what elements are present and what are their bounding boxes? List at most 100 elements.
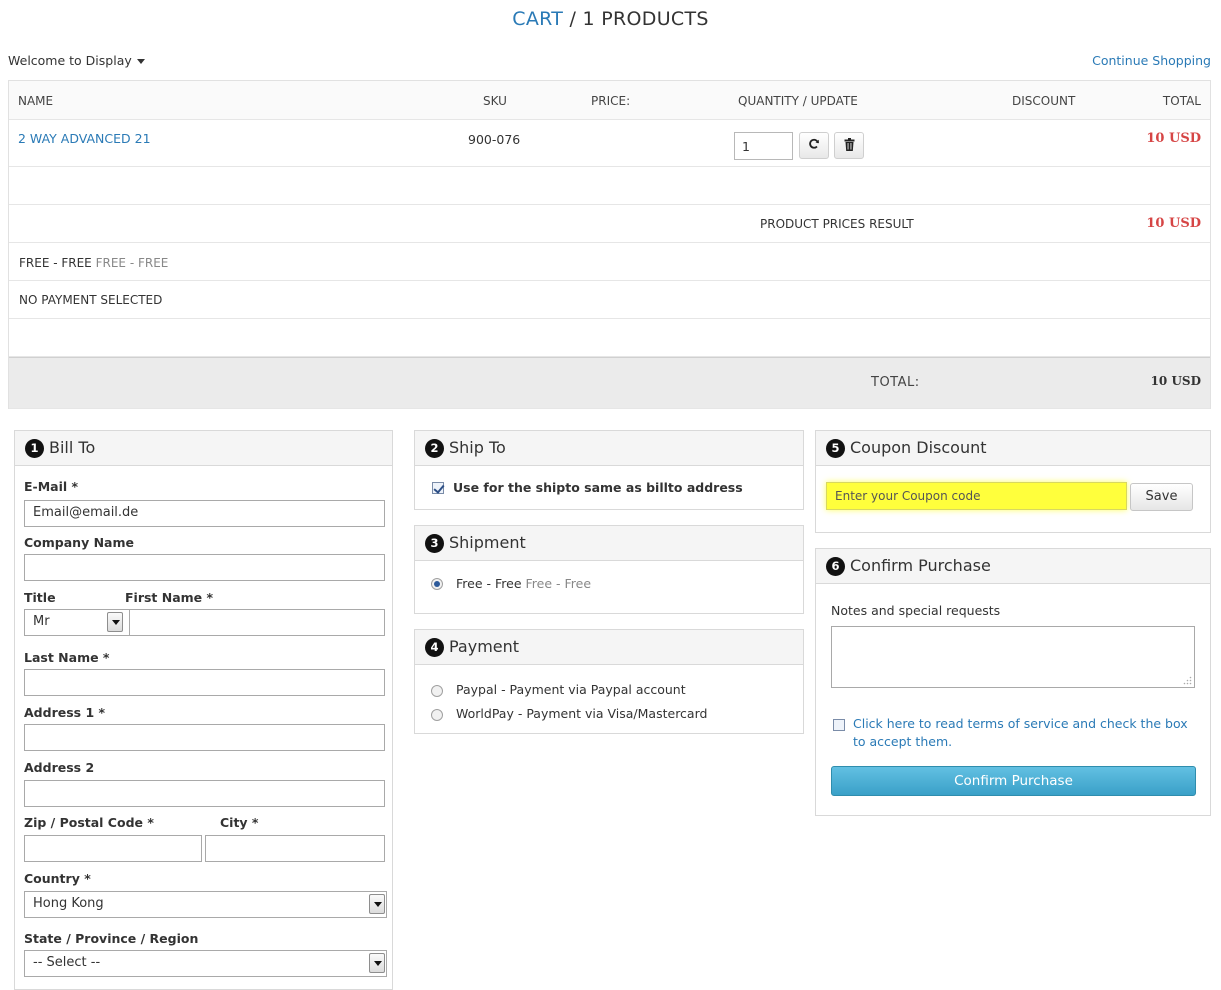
refresh-icon <box>809 138 819 149</box>
country-select-arrow[interactable] <box>369 894 385 914</box>
shipment-title: Shipment <box>449 533 526 552</box>
confirm-purchase-button[interactable]: Confirm Purchase <box>831 766 1196 796</box>
ship-to-header: 2 Ship To <box>415 431 803 466</box>
state-select-arrow[interactable] <box>369 953 385 973</box>
shipment-option-label: Free - Free Free - Free <box>456 576 591 591</box>
grand-total-label: TOTAL: <box>871 375 920 390</box>
step-number-4: 4 <box>425 638 444 657</box>
confirm-header: 6 Confirm Purchase <box>816 549 1210 584</box>
product-sku: 900-076 <box>468 132 521 147</box>
step-number-5: 5 <box>826 439 845 458</box>
product-prices-value: 10 USD <box>1146 216 1201 231</box>
col-total-header: TOTAL <box>1162 94 1201 108</box>
step-number-2: 2 <box>425 439 444 458</box>
shipment-option-radio[interactable] <box>431 578 443 590</box>
shipment-summary-sub: FREE - FREE <box>95 256 169 270</box>
company-label: Company Name <box>24 535 134 550</box>
zip-field[interactable] <box>24 835 202 862</box>
welcome-label: Welcome to Display <box>8 53 132 68</box>
payment-header: 4 Payment <box>415 630 803 665</box>
step-number-3: 3 <box>425 534 444 553</box>
grand-total-value: 10 USD <box>1150 374 1201 388</box>
step-number-6: 6 <box>826 557 845 576</box>
coupon-save-button[interactable]: Save <box>1130 483 1193 511</box>
page-title: CART / 1 PRODUCTS <box>0 8 1221 30</box>
same-address-checkbox[interactable] <box>432 482 444 494</box>
title-label: Title <box>24 590 56 605</box>
payment-option-worldpay-radio[interactable] <box>431 709 443 721</box>
trash-icon <box>844 138 854 151</box>
city-label: City * <box>220 815 259 830</box>
continue-shopping-link[interactable]: Continue Shopping <box>1092 53 1211 68</box>
state-select[interactable]: -- Select -- <box>24 950 387 977</box>
country-label: Country * <box>24 871 91 886</box>
terms-link[interactable]: Click here to read terms of service and … <box>853 715 1198 751</box>
shipment-summary-main: FREE - FREE <box>19 256 92 270</box>
delete-item-button[interactable] <box>834 132 864 159</box>
grand-total-row: TOTAL: 10 USD <box>9 357 1210 409</box>
payment-row: NO PAYMENT SELECTED <box>9 281 1210 319</box>
shipment-row: FREE - FREE FREE - FREE <box>9 243 1210 281</box>
product-name-link[interactable]: 2 WAY ADVANCED 21 <box>18 131 151 146</box>
col-discount-header: DISCOUNT <box>1012 94 1076 108</box>
col-name-header: NAME <box>18 94 54 108</box>
email-field[interactable]: Email@email.de <box>24 500 385 527</box>
cart-link[interactable]: CART <box>512 8 563 30</box>
products-count: / 1 PRODUCTS <box>569 8 709 30</box>
address2-label: Address 2 <box>24 760 95 775</box>
state-label: State / Province / Region <box>24 931 199 946</box>
last-name-label: Last Name * <box>24 650 110 665</box>
shipment-option-sub: Free - Free <box>525 576 592 591</box>
chevron-down-icon <box>374 961 382 966</box>
shipment-option-main: Free - Free <box>456 576 522 591</box>
welcome-dropdown[interactable]: Welcome to Display <box>8 53 145 68</box>
bill-to-title: Bill To <box>49 438 96 457</box>
step-number-1: 1 <box>25 439 44 458</box>
shipment-summary: FREE - FREE FREE - FREE <box>19 256 168 270</box>
payment-option-paypal-label: Paypal - Payment via Paypal account <box>456 682 686 697</box>
table-header-row: NAME SKU PRICE: QUANTITY / UPDATE DISCOU… <box>9 81 1210 120</box>
first-name-label: First Name * <box>125 590 214 605</box>
country-select[interactable]: Hong Kong <box>24 891 387 918</box>
shipment-header: 3 Shipment <box>415 526 803 561</box>
first-name-field[interactable] <box>129 609 385 636</box>
bill-to-panel: 1 Bill To E-Mail * Email@email.de Company… <box>14 430 393 990</box>
last-name-field[interactable] <box>24 669 385 696</box>
coupon-input[interactable]: Enter your Coupon code <box>826 482 1127 510</box>
city-field[interactable] <box>205 835 385 862</box>
product-prices-row: PRODUCT PRICES RESULT 10 USD <box>9 205 1210 243</box>
ship-to-panel: 2 Ship To Use for the shipto same as bill… <box>414 430 804 510</box>
company-field[interactable] <box>24 554 385 581</box>
notes-textarea[interactable] <box>831 626 1195 688</box>
quantity-input[interactable]: 1 <box>734 132 793 160</box>
coupon-panel: 5 Coupon Discount Enter your Coupon code … <box>815 430 1211 533</box>
col-price-header: PRICE: <box>591 94 631 108</box>
coupon-title: Coupon Discount <box>850 438 987 457</box>
title-select-arrow[interactable] <box>107 612 123 632</box>
notes-label: Notes and special requests <box>831 603 1001 618</box>
payment-panel: 4 Payment Paypal - Payment via Paypal acc… <box>414 629 804 734</box>
payment-summary: NO PAYMENT SELECTED <box>19 293 163 307</box>
address1-label: Address 1 * <box>24 705 106 720</box>
item-total: 10 USD <box>1146 131 1201 146</box>
coupon-header: 5 Coupon Discount <box>816 431 1210 466</box>
product-prices-label: PRODUCT PRICES RESULT <box>760 217 914 231</box>
shipment-panel: 3 Shipment Free - Free Free - Free <box>414 525 804 614</box>
update-quantity-button[interactable] <box>799 132 829 159</box>
chevron-down-icon <box>374 902 382 907</box>
payment-option-worldpay-label: WorldPay - Payment via Visa/Mastercard <box>456 706 708 721</box>
zip-label: Zip / Postal Code * <box>24 815 154 830</box>
terms-checkbox[interactable] <box>833 719 845 731</box>
table-row: 2 WAY ADVANCED 21 900-076 1 10 USD <box>9 120 1210 167</box>
email-label: E-Mail * <box>24 479 79 494</box>
cart-table: NAME SKU PRICE: QUANTITY / UPDATE DISCOU… <box>8 80 1211 409</box>
payment-option-paypal-radio[interactable] <box>431 685 443 697</box>
ship-to-title: Ship To <box>449 438 506 457</box>
chevron-down-icon <box>112 620 120 625</box>
col-sku-header: SKU <box>483 94 507 108</box>
address1-field[interactable] <box>24 724 385 751</box>
address2-field[interactable] <box>24 780 385 807</box>
confirm-title: Confirm Purchase <box>850 556 991 575</box>
col-quantity-header: QUANTITY / UPDATE <box>738 94 858 108</box>
confirm-panel: 6 Confirm Purchase Notes and special requ… <box>815 548 1211 816</box>
